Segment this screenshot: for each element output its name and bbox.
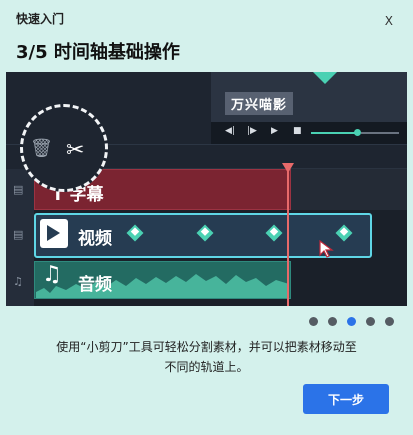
close-button[interactable]: X xyxy=(385,14,393,28)
play-triangle-icon xyxy=(47,225,60,241)
scissor-icon[interactable]: ✂ xyxy=(66,138,84,163)
page-dot-2[interactable] xyxy=(328,317,337,326)
page-dot-5[interactable] xyxy=(385,317,394,326)
description: 使用“小剪刀”工具可轻松分割素材，并可以把素材移动至 不同的轨道上。 xyxy=(20,337,393,377)
mouse-cursor-icon xyxy=(319,240,334,258)
preview-panel: 万兴喵影 xyxy=(211,72,407,122)
page-title: 3/5 时间轴基础操作 xyxy=(16,42,180,63)
next-frame-icon[interactable]: |▶ xyxy=(247,126,257,136)
film-icon: ▤ xyxy=(13,228,24,241)
page-dot-3[interactable] xyxy=(347,317,356,326)
play-icon[interactable]: ▶ xyxy=(271,126,278,136)
music-note-icon: ♫ xyxy=(42,262,62,287)
preview-watermark: 万兴喵影 xyxy=(225,92,294,115)
onboarding-dialog: 快速入门 X 3/5 时间轴基础操作 万兴喵影 ◀| |▶ ▶ ■ ▤ ▤ ♫ xyxy=(0,0,413,435)
playback-controls: ◀| |▶ ▶ ■ xyxy=(211,122,407,144)
stop-icon[interactable]: ■ xyxy=(293,126,302,136)
page-dot-4[interactable] xyxy=(366,317,375,326)
dialog-eyebrow: 快速入门 xyxy=(16,12,65,26)
music-icon: ♫ xyxy=(13,275,23,288)
playhead[interactable] xyxy=(287,169,289,306)
film-icon: ▤ xyxy=(13,183,24,196)
next-button[interactable]: 下一步 xyxy=(303,384,389,414)
progress-track xyxy=(361,132,399,134)
track-header-video: ▤ xyxy=(6,213,34,260)
pagination-dots xyxy=(309,317,394,326)
description-line-1: 使用“小剪刀”工具可轻松分割素材，并可以把素材移动至 xyxy=(56,340,357,354)
timeline-illustration: 万兴喵影 ◀| |▶ ▶ ■ ▤ ▤ ♫ T 字幕 视频 ♫ 音频 🗑 ✂ xyxy=(6,72,407,306)
page-dot-1[interactable] xyxy=(309,317,318,326)
audio-waveform xyxy=(36,274,289,298)
track-header-audio: ♫ xyxy=(6,260,34,306)
audio-clip-label: 音频 xyxy=(78,275,112,295)
prev-frame-icon[interactable]: ◀| xyxy=(225,126,235,136)
description-line-2: 不同的轨道上。 xyxy=(164,360,249,374)
progress-handle[interactable] xyxy=(354,129,361,136)
trash-icon[interactable]: 🗑 xyxy=(30,138,53,159)
title-clip-empty xyxy=(291,169,407,210)
progress-fill xyxy=(311,132,356,134)
preview-marker-icon xyxy=(311,72,339,84)
video-clip-label: 视频 xyxy=(78,229,112,249)
